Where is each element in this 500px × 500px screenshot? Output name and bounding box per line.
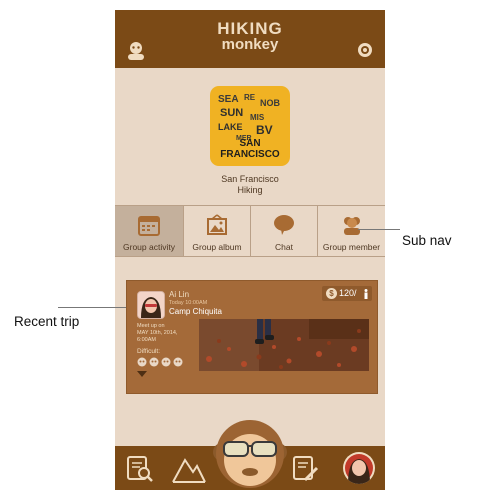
calendar-icon: [138, 216, 160, 236]
tab-group-member[interactable]: Group member: [318, 206, 385, 256]
tab-label: Group activity: [123, 242, 175, 252]
settings-gear-icon[interactable]: [355, 40, 375, 60]
difficulty-label: Difficult:: [137, 348, 160, 355]
profile-avatar-icon[interactable]: [343, 452, 375, 484]
members-icon: [343, 217, 360, 235]
person-icon: [364, 289, 368, 299]
sub-nav-annotation: Sub nav: [402, 233, 452, 248]
svg-text:SEA: SEA: [218, 94, 239, 105]
svg-text:LAKE: LAKE: [218, 122, 243, 132]
trip-posted-time: Today 10:00AM: [169, 300, 208, 306]
tab-chat[interactable]: Chat: [251, 206, 318, 256]
monkey-face-icon: [173, 357, 183, 367]
recent-trip-annotation: Recent trip: [14, 314, 80, 329]
svg-text:BV: BV: [256, 123, 273, 137]
logo-line-2: monkey: [221, 36, 279, 53]
group-name-line-2: Hiking: [237, 185, 263, 195]
dollar-icon: $: [326, 288, 337, 299]
chevron-down-icon: [137, 371, 147, 377]
tab-label: Group member: [322, 242, 381, 252]
svg-text:RE: RE: [244, 93, 256, 102]
trip-photo: [199, 319, 369, 371]
svg-text:MIS: MIS: [250, 113, 265, 122]
group-name-line-1: San Francisco: [221, 174, 279, 184]
group-name: San Francisco Hiking: [175, 174, 325, 196]
recent-trip-card[interactable]: Ai Lin Today 10:00AM Camp Chiquita $ 120…: [126, 280, 378, 394]
price-badge: $ 120/: [322, 286, 372, 301]
monkey-face-icon: [149, 357, 159, 367]
user-profile-icon[interactable]: [125, 40, 147, 62]
sub-nav-pointer-line: [358, 229, 400, 230]
write-post-icon[interactable]: [291, 454, 321, 484]
mountains-icon[interactable]: [171, 454, 207, 484]
tab-label: Group album: [192, 242, 242, 252]
search-trips-icon[interactable]: [125, 454, 155, 484]
trip-name: Camp Chiquita: [169, 307, 222, 316]
svg-text:SUN: SUN: [220, 107, 243, 119]
meet-up-info: Meet up on MAY 10th, 2014, 6:00AM: [137, 323, 178, 343]
photo-frame-icon: [207, 214, 227, 235]
user-avatar: [137, 291, 165, 319]
recent-trip-pointer-line: [58, 307, 126, 308]
top-bar: HIKING monkey: [115, 10, 385, 68]
trip-user-name: Ai Lin: [169, 290, 190, 299]
monkey-home-icon[interactable]: [212, 416, 288, 490]
tab-group-activity[interactable]: Group activity: [115, 206, 184, 256]
chat-bubble-icon: [274, 215, 294, 235]
monkey-face-icon: [137, 357, 147, 367]
monkey-face-icon: [161, 357, 171, 367]
group-logo-caption: SAN FRANCISCO: [220, 138, 280, 160]
difficulty-rating: [137, 357, 193, 387]
group-logo-image: SEA RE NOB SUN MIS LAKE BV MER SAN FRANC…: [210, 86, 290, 166]
sub-nav: Group activity Group album Chat Group me…: [115, 205, 385, 257]
tab-label: Chat: [275, 242, 293, 252]
phone-screen: HIKING monkey SEA RE NOB SUN MIS LAKE BV…: [115, 10, 385, 490]
tab-group-album[interactable]: Group album: [184, 206, 251, 256]
app-logo: HIKING monkey: [211, 20, 289, 54]
svg-text:NOB: NOB: [260, 98, 281, 108]
price-value: 120/: [339, 288, 357, 298]
